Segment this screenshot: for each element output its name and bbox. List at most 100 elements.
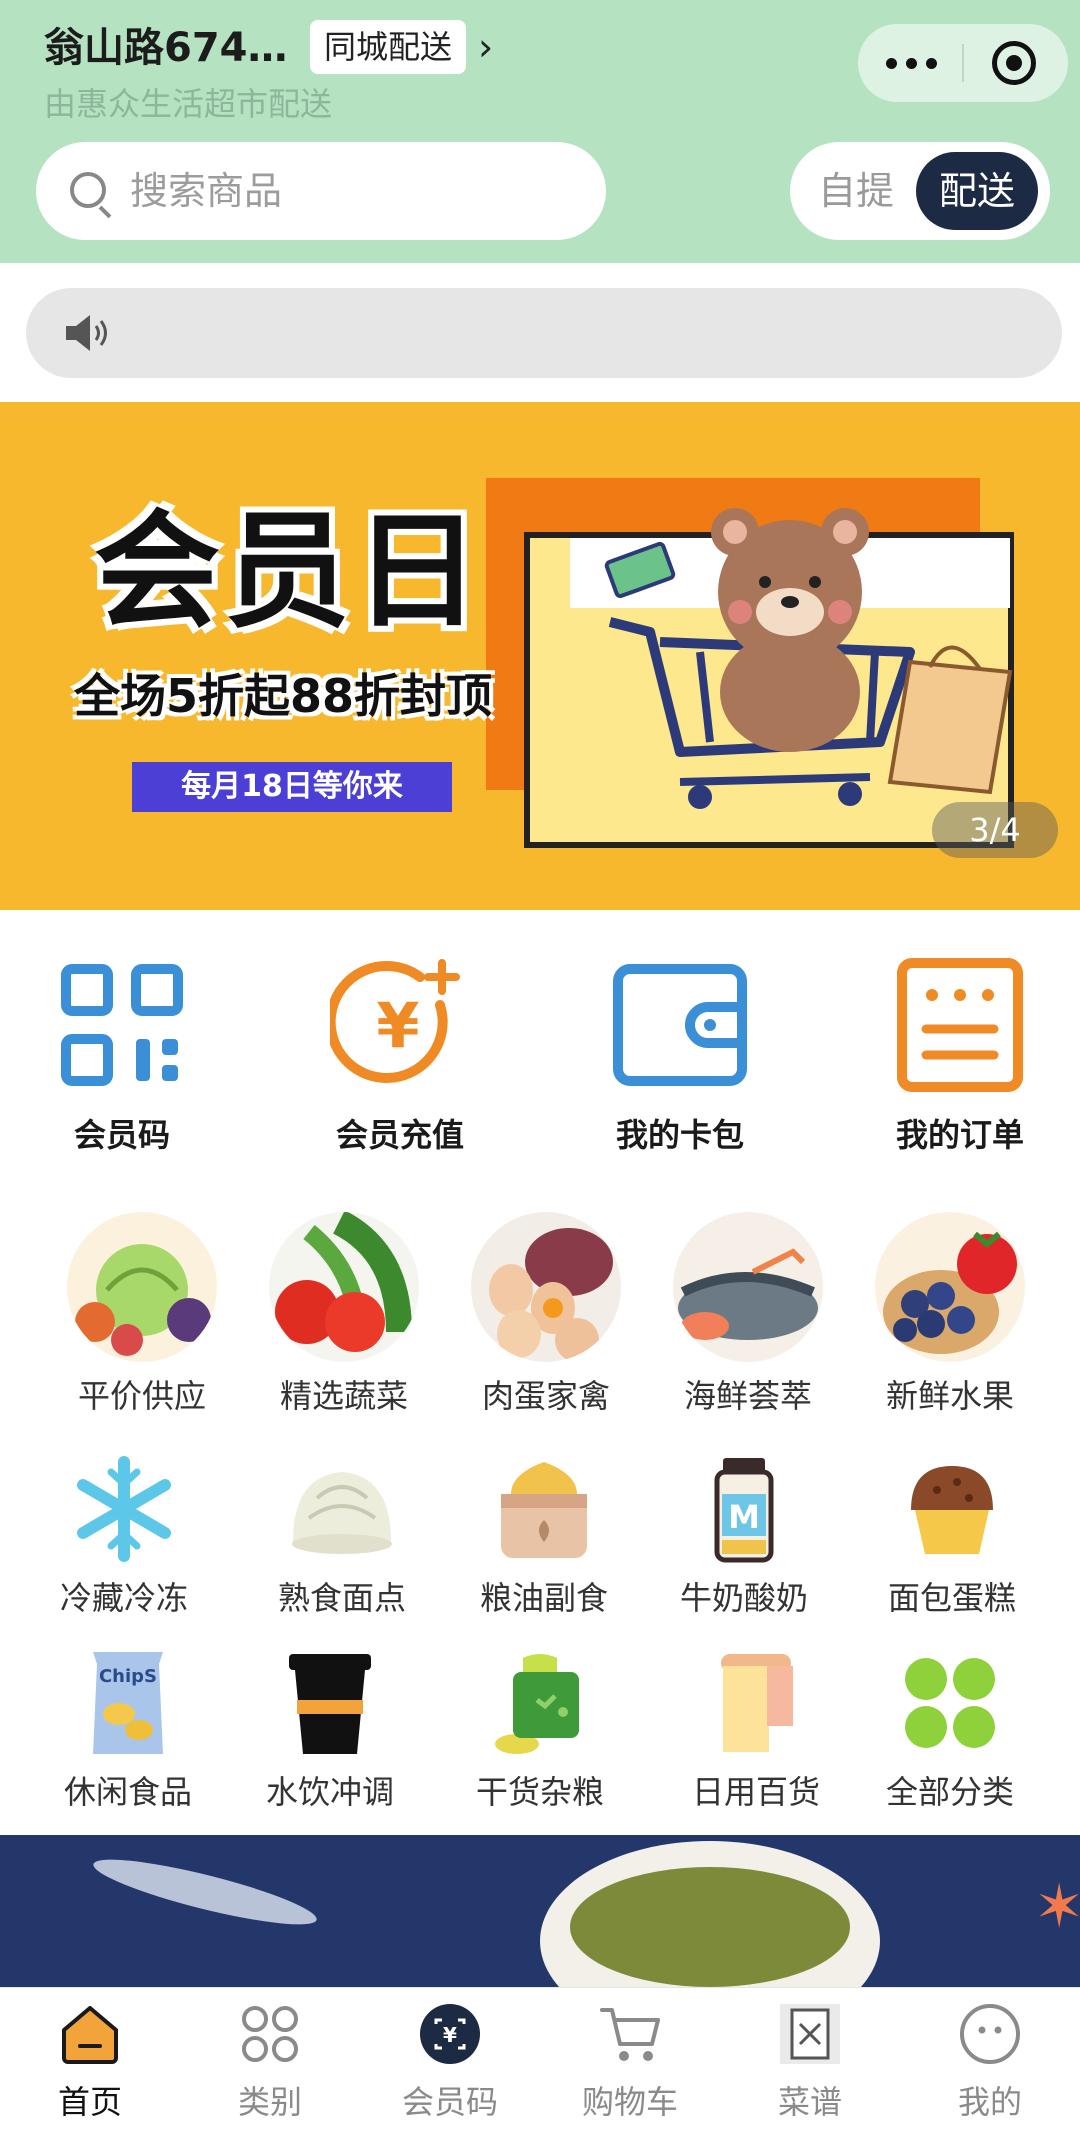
grain-sack-icon xyxy=(489,1454,599,1564)
tab-label: 菜谱 xyxy=(777,2083,842,2121)
bun-icon xyxy=(287,1454,397,1564)
category-snacks[interactable]: ChipS 休闲食品 xyxy=(28,1648,228,1814)
quick-action-label: 我的卡包 xyxy=(615,1116,744,1154)
category-vegetables[interactable]: 精选蔬菜 xyxy=(244,1212,444,1418)
home-icon xyxy=(58,2002,122,2066)
category-label: 干货杂粮 xyxy=(475,1773,604,1811)
quick-action-card-wallet[interactable]: 我的卡包 xyxy=(580,955,780,1157)
tab-label: 我的 xyxy=(957,2083,1022,2121)
tab-label: 购物车 xyxy=(581,2083,678,2121)
svg-text:M: M xyxy=(728,1498,760,1536)
search-input[interactable]: 搜索商品 xyxy=(36,142,606,240)
category-label: 水饮冲调 xyxy=(265,1773,394,1811)
category-seafood[interactable]: 海鲜荟萃 xyxy=(648,1212,848,1418)
banner-title: 会员日 xyxy=(94,498,484,645)
qr-code-icon xyxy=(52,955,192,1095)
wallet-icon xyxy=(610,955,750,1095)
order-list-icon xyxy=(890,955,1030,1095)
category-bakery[interactable]: 面包蛋糕 xyxy=(852,1454,1052,1620)
store-address[interactable]: 翁山路674… xyxy=(44,22,288,74)
category-label: 休闲食品 xyxy=(63,1773,192,1811)
speaker-icon xyxy=(66,315,107,351)
member-code-icon: ¥ xyxy=(418,2002,482,2066)
category-dairy[interactable]: M 牛奶酸奶 xyxy=(644,1454,844,1620)
promo-banner[interactable]: 会员日 全场5折起88折封顶 每月18日等你来 3/4 xyxy=(0,402,1080,910)
category-label: 粮油副食 xyxy=(479,1579,608,1617)
delivery-option[interactable]: 配送 xyxy=(916,152,1038,230)
search-icon xyxy=(70,172,106,208)
tab-cart[interactable]: 购物车 xyxy=(540,2002,720,2124)
category-meat-eggs[interactable]: 肉蛋家禽 xyxy=(446,1212,646,1418)
category-icon xyxy=(238,2002,302,2066)
category-label: 新鲜水果 xyxy=(885,1377,1014,1415)
tab-category[interactable]: 类别 xyxy=(180,2002,360,2124)
category-label: 全部分类 xyxy=(885,1773,1014,1811)
delivery-tag[interactable]: 同城配送 xyxy=(310,20,467,74)
dry-goods-icon xyxy=(485,1648,595,1758)
yuan-recharge-icon: ¥ xyxy=(325,955,470,1095)
svg-text:ChipS: ChipS xyxy=(99,1666,157,1687)
cup-icon xyxy=(275,1648,385,1758)
tab-label: 类别 xyxy=(237,2083,302,2121)
category-label: 平价供应 xyxy=(77,1377,206,1415)
tab-home[interactable]: 首页 xyxy=(0,2002,180,2124)
berries-image xyxy=(875,1212,1025,1362)
svg-text:¥: ¥ xyxy=(443,2023,457,2047)
category-label: 肉蛋家禽 xyxy=(481,1377,610,1415)
header: 翁山路674… 同城配送 › 由惠众生活超市配送 搜索商品 自提 配送 xyxy=(0,0,1080,263)
quick-action-recharge[interactable]: ¥ 会员充值 xyxy=(300,955,500,1157)
category-all[interactable]: 全部分类 xyxy=(850,1648,1050,1814)
category-dry-goods[interactable]: 干货杂粮 xyxy=(440,1648,640,1814)
capsule-divider xyxy=(962,44,964,82)
milk-bottle-icon: M xyxy=(689,1454,799,1564)
category-label: 精选蔬菜 xyxy=(279,1377,408,1415)
tab-label: 首页 xyxy=(57,2083,122,2121)
snowflake-icon xyxy=(69,1454,179,1564)
tomato-greens-image xyxy=(269,1212,419,1362)
bottom-tab-bar: 首页 类别 ¥ 会员码 购物车 菜谱 我的 xyxy=(0,1987,1080,2146)
eggs-meat-image xyxy=(471,1212,621,1362)
towel-icon xyxy=(701,1648,811,1758)
chevron-right-icon[interactable]: › xyxy=(478,20,493,74)
notice-bar[interactable] xyxy=(26,288,1062,378)
quick-action-label: 我的订单 xyxy=(895,1116,1024,1154)
cart-icon xyxy=(598,2002,662,2066)
bear-shopping-cart-illustration xyxy=(604,508,1013,809)
banner-subtitle: 全场5折起88折封顶 xyxy=(74,669,493,723)
seafood-image xyxy=(673,1212,823,1362)
tab-profile[interactable]: 我的 xyxy=(900,2002,1080,2124)
category-grain-oil[interactable]: 粮油副食 xyxy=(444,1454,644,1620)
pickup-option[interactable]: 自提 xyxy=(818,166,894,216)
app-page: 翁山路674… 同城配送 › 由惠众生活超市配送 搜索商品 自提 配送 会员日 … xyxy=(0,0,1080,2146)
banner-date-pill: 每月18日等你来 xyxy=(132,762,452,812)
miniprogram-capsule xyxy=(858,24,1068,102)
more-options-icon[interactable] xyxy=(886,24,956,102)
dish-plate-image xyxy=(540,1841,880,1987)
close-miniprogram-icon[interactable] xyxy=(992,41,1036,85)
quick-action-member-code[interactable]: 会员码 xyxy=(22,955,222,1157)
category-beverages[interactable]: 水饮冲调 xyxy=(230,1648,430,1814)
tab-member-code[interactable]: ¥ 会员码 xyxy=(360,2002,540,2124)
store-subtext: 由惠众生活超市配送 xyxy=(44,85,333,123)
quick-action-orders[interactable]: 我的订单 xyxy=(860,955,1060,1157)
category-household[interactable]: 日用百货 xyxy=(656,1648,856,1814)
category-label: 日用百货 xyxy=(691,1773,820,1811)
starfish-icon: ✶ xyxy=(1034,1872,1080,1942)
chips-icon: ChipS xyxy=(73,1648,183,1758)
clover-icon xyxy=(895,1648,1005,1758)
quick-action-label: 会员充值 xyxy=(335,1116,464,1154)
tab-label: 会员码 xyxy=(401,2083,498,2121)
profile-icon xyxy=(958,2002,1022,2066)
category-deli[interactable]: 熟食面点 xyxy=(242,1454,442,1620)
category-fruit[interactable]: 新鲜水果 xyxy=(850,1212,1050,1418)
tab-recipe[interactable]: 菜谱 xyxy=(720,2002,900,2124)
svg-text:¥: ¥ xyxy=(376,989,419,1062)
category-frozen[interactable]: 冷藏冷冻 xyxy=(24,1454,224,1620)
search-placeholder: 搜索商品 xyxy=(130,169,283,213)
banner-pager: 3/4 xyxy=(932,802,1058,858)
vegetables-image xyxy=(67,1212,217,1362)
category-label: 面包蛋糕 xyxy=(887,1579,1016,1617)
quick-action-label: 会员码 xyxy=(73,1116,170,1154)
category-affordable[interactable]: 平价供应 xyxy=(42,1212,242,1418)
secondary-banner[interactable]: ✶ xyxy=(0,1835,1080,1987)
